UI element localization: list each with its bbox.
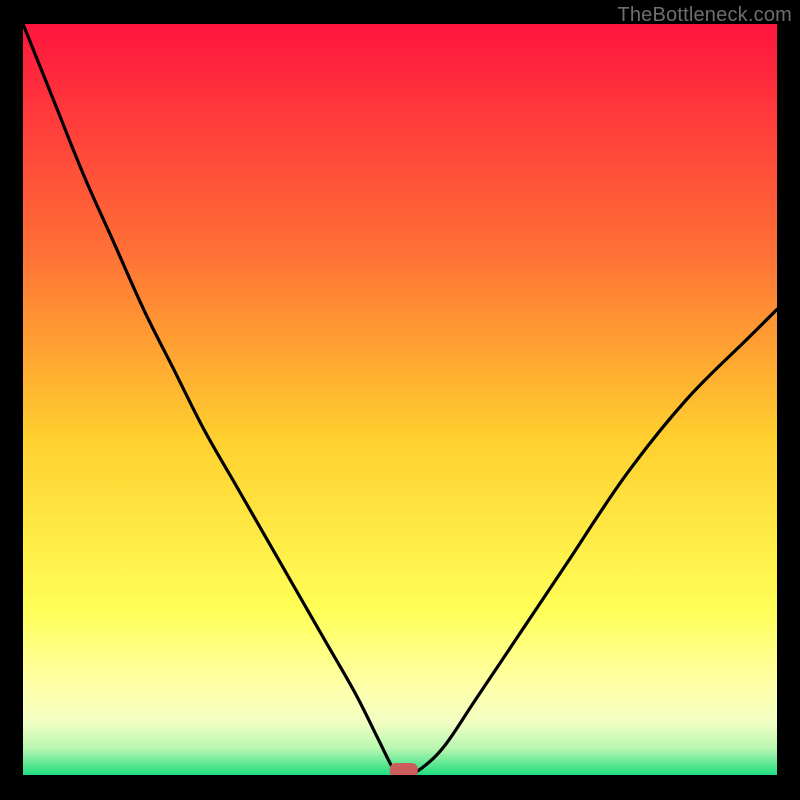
chart-frame: TheBottleneck.com [0,0,800,800]
optimal-marker [390,763,418,775]
watermark-text: TheBottleneck.com [617,4,792,27]
chart-svg [23,24,777,775]
plot-area [23,24,777,775]
gradient-background [23,24,777,775]
